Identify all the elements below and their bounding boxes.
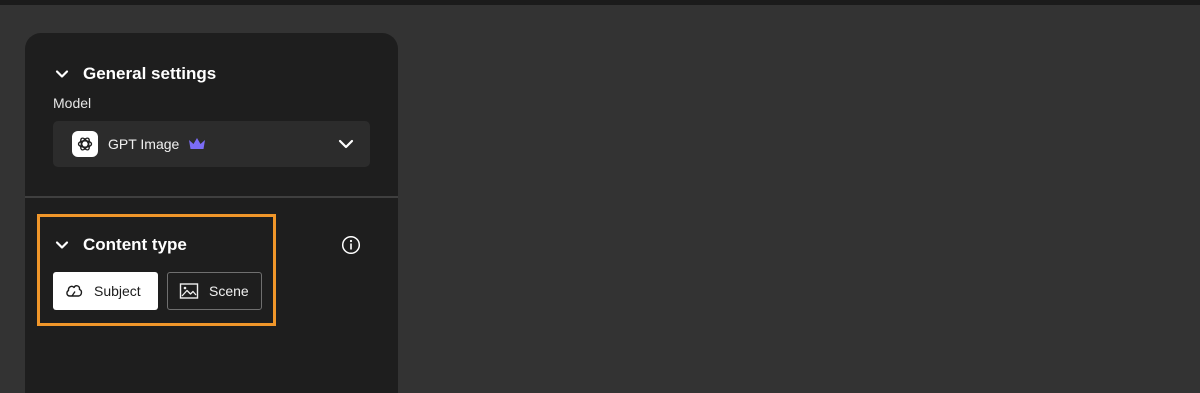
chevron-down-icon — [55, 241, 69, 249]
scene-label: Scene — [209, 283, 249, 299]
openai-logo-icon — [72, 131, 98, 157]
subject-icon — [66, 285, 83, 297]
chevron-down-icon — [338, 139, 354, 149]
model-select[interactable]: GPT Image — [53, 121, 370, 167]
model-name: GPT Image — [108, 136, 180, 152]
scene-button[interactable]: Scene — [167, 272, 262, 310]
general-settings-header[interactable]: General settings — [55, 64, 216, 84]
settings-panel: General settings Model GPT Image Content… — [25, 33, 398, 393]
content-type-title: Content type — [83, 235, 187, 254]
top-bar — [0, 0, 1200, 5]
content-type-header[interactable]: Content type — [55, 235, 187, 255]
model-label: Model — [53, 95, 92, 111]
crown-icon — [189, 138, 206, 149]
general-settings-title: General settings — [83, 64, 217, 83]
info-icon[interactable] — [341, 235, 361, 255]
subject-label: Subject — [94, 283, 141, 299]
chevron-down-icon — [55, 70, 69, 78]
section-divider — [25, 196, 398, 198]
scene-icon — [179, 283, 199, 299]
subject-button[interactable]: Subject — [53, 272, 158, 310]
